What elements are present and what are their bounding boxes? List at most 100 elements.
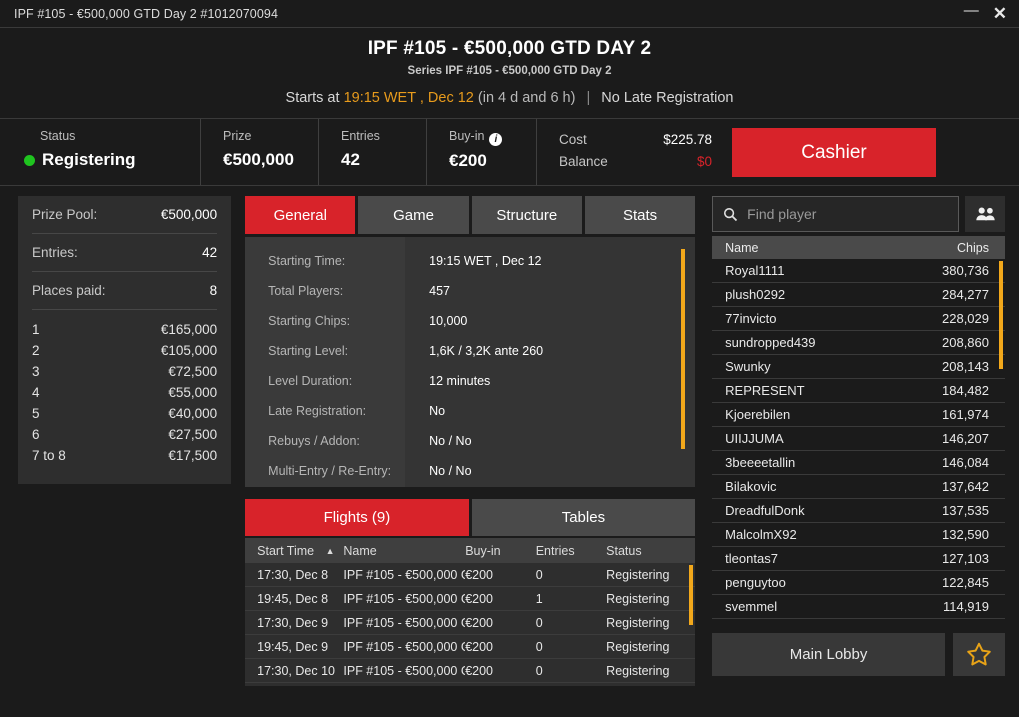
flights-col-entries[interactable]: Entries bbox=[536, 544, 606, 558]
player-chips: 208,860 bbox=[899, 335, 1005, 350]
table-row[interactable]: 19:45, Dec 8IPF #105 - €500,000 GTD Da..… bbox=[245, 587, 695, 611]
prize-cell: Prize €500,000 bbox=[200, 119, 318, 185]
detail-label: Rebuys / Addon: bbox=[245, 426, 405, 456]
list-item[interactable]: tleontas7127,103 bbox=[712, 547, 1005, 571]
players-list-header: Name Chips bbox=[712, 236, 1005, 259]
table-row[interactable]: 17:30, Dec 10IPF #105 - €500,000 GTD Da.… bbox=[245, 659, 695, 683]
tab-stats[interactable]: Stats bbox=[585, 196, 695, 234]
tab-tables[interactable]: Tables bbox=[472, 499, 696, 536]
detail-value: 1,6K / 3,2K ante 260 bbox=[405, 336, 695, 366]
balance-value: $0 bbox=[697, 154, 712, 169]
list-item[interactable]: UIIJJUMA146,207 bbox=[712, 427, 1005, 451]
tab-general[interactable]: General bbox=[245, 196, 355, 234]
prize-entries-value: 42 bbox=[202, 245, 217, 260]
start-info: Starts at 19:15 WET , Dec 12 (in 4 d and… bbox=[0, 90, 1019, 119]
list-item[interactable]: 77invicto228,029 bbox=[712, 307, 1005, 331]
header-separator: | bbox=[586, 90, 590, 106]
flights-tabs: Flights (9) Tables bbox=[245, 499, 695, 536]
detail-label: Late Registration: bbox=[245, 396, 405, 426]
detail-value: No / No bbox=[405, 426, 695, 456]
search-input[interactable] bbox=[747, 206, 948, 222]
list-item[interactable]: sundropped439208,860 bbox=[712, 331, 1005, 355]
tab-structure[interactable]: Structure bbox=[472, 196, 582, 234]
starts-time: 19:15 WET , Dec 12 bbox=[344, 90, 474, 106]
payout-place: 4 bbox=[32, 382, 40, 403]
players-scrollbar[interactable] bbox=[999, 261, 1003, 369]
table-row[interactable]: 17:30, Dec 8IPF #105 - €500,000 GTD Da..… bbox=[245, 563, 695, 587]
player-name: DreadfulDonk bbox=[712, 503, 899, 518]
flights-scrollbar[interactable] bbox=[689, 565, 693, 625]
page-title: IPF #105 - €500,000 GTD DAY 2 bbox=[0, 38, 1019, 60]
cost-cell: Cost $225.78 Balance $0 bbox=[536, 119, 712, 185]
flight-buyin: €200 bbox=[465, 616, 535, 630]
flight-status: Registering bbox=[606, 664, 695, 678]
search-box[interactable] bbox=[712, 196, 959, 232]
detail-label: Level Duration: bbox=[245, 366, 405, 396]
prize-pool-value: €500,000 bbox=[161, 207, 217, 222]
players-toggle-button[interactable] bbox=[965, 196, 1005, 232]
places-paid-value: 8 bbox=[210, 283, 218, 298]
detail-label: Total Players: bbox=[245, 276, 405, 306]
flight-buyin: €200 bbox=[465, 592, 535, 606]
list-item[interactable]: REPRESENT184,482 bbox=[712, 379, 1005, 403]
detail-value: 10,000 bbox=[405, 306, 695, 336]
flight-entries: 0 bbox=[536, 664, 606, 678]
flights-section: Flights (9) Tables Start Time ▲ Name Buy… bbox=[245, 499, 695, 686]
balance-label: Balance bbox=[559, 154, 608, 169]
list-item[interactable]: 3beeeetallin146,084 bbox=[712, 451, 1005, 475]
payout-place: 6 bbox=[32, 424, 40, 445]
flight-entries: 0 bbox=[536, 568, 606, 582]
prize-entries-row: Entries: 42 bbox=[32, 234, 217, 272]
list-item[interactable]: Bilakovic137,642 bbox=[712, 475, 1005, 499]
players-col-chips[interactable]: Chips bbox=[899, 241, 1005, 255]
flight-buyin: €200 bbox=[465, 568, 535, 582]
tab-flights[interactable]: Flights (9) bbox=[245, 499, 469, 536]
flight-entries: 0 bbox=[536, 616, 606, 630]
cashier-button[interactable]: Cashier bbox=[732, 128, 936, 177]
player-chips: 114,919 bbox=[899, 599, 1005, 614]
payout-amount: €105,000 bbox=[161, 340, 217, 361]
places-paid-row: Places paid: 8 bbox=[32, 272, 217, 310]
detail-value: No / No bbox=[405, 456, 695, 486]
main-lobby-button[interactable]: Main Lobby bbox=[712, 633, 945, 676]
flights-col-start-time[interactable]: Start Time ▲ bbox=[245, 544, 343, 558]
player-name: 77invicto bbox=[712, 311, 899, 326]
detail-value: 2 / 5,000 bbox=[405, 486, 695, 487]
flights-col-buyin[interactable]: Buy-in bbox=[465, 544, 535, 558]
list-item[interactable]: DreadfulDonk137,535 bbox=[712, 499, 1005, 523]
player-chips: 284,277 bbox=[899, 287, 1005, 302]
flight-start-time: 17:30, Dec 10 bbox=[245, 664, 343, 678]
list-item[interactable]: Royal1111380,736 bbox=[712, 259, 1005, 283]
prize-pool-row: Prize Pool: €500,000 bbox=[32, 196, 217, 234]
details-scrollbar[interactable] bbox=[681, 249, 685, 449]
minimize-icon[interactable]: — bbox=[964, 3, 979, 18]
star-icon bbox=[966, 642, 992, 667]
payout-row: 6€27,500 bbox=[32, 424, 217, 445]
flights-col-name[interactable]: Name bbox=[343, 544, 465, 558]
list-item[interactable]: Swunky208,143 bbox=[712, 355, 1005, 379]
list-item[interactable]: penguytoo122,845 bbox=[712, 571, 1005, 595]
favorite-button[interactable] bbox=[953, 633, 1005, 676]
list-item[interactable]: MalcolmX92132,590 bbox=[712, 523, 1005, 547]
list-item[interactable]: plush0292284,277 bbox=[712, 283, 1005, 307]
detail-label: Starting Level: bbox=[245, 336, 405, 366]
table-row[interactable]: 17:30, Dec 9IPF #105 - €500,000 GTD Da..… bbox=[245, 611, 695, 635]
player-chips: 137,535 bbox=[899, 503, 1005, 518]
starts-countdown: (in 4 d and 6 h) bbox=[478, 90, 576, 106]
player-chips: 137,642 bbox=[899, 479, 1005, 494]
flight-name: IPF #105 - €500,000 GTD Da... bbox=[343, 664, 465, 678]
flights-col-status[interactable]: Status bbox=[606, 544, 695, 558]
player-name: REPRESENT bbox=[712, 383, 899, 398]
players-col-name[interactable]: Name bbox=[712, 241, 899, 255]
close-icon[interactable]: ✕ bbox=[993, 5, 1007, 22]
late-registration-note: No Late Registration bbox=[601, 90, 733, 106]
player-chips: 122,845 bbox=[899, 575, 1005, 590]
table-row[interactable]: 19:45, Dec 9IPF #105 - €500,000 GTD Da..… bbox=[245, 635, 695, 659]
payout-row: 7 to 8€17,500 bbox=[32, 445, 217, 466]
flight-name: IPF #105 - €500,000 GTD Da... bbox=[343, 568, 465, 582]
info-icon[interactable]: i bbox=[489, 133, 502, 146]
list-item[interactable]: svemmel114,919 bbox=[712, 595, 1005, 619]
buyin-value: €200 bbox=[449, 151, 536, 171]
list-item[interactable]: Kjoerebilen161,974 bbox=[712, 403, 1005, 427]
tab-game[interactable]: Game bbox=[358, 196, 468, 234]
